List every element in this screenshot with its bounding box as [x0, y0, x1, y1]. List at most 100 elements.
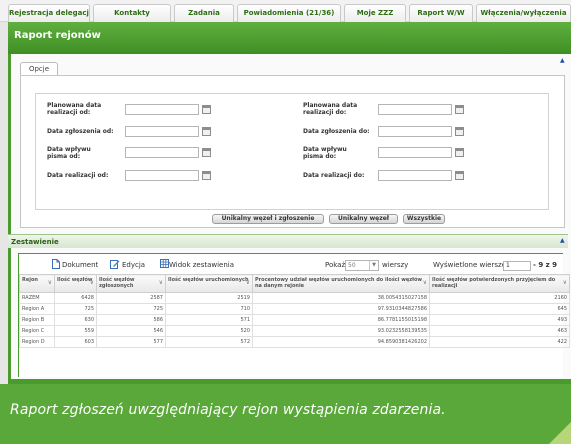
edit-button[interactable]: Edycja	[122, 261, 145, 270]
displayed-from-input[interactable]: 1	[503, 261, 531, 271]
letter-date-from-input[interactable]	[125, 147, 199, 158]
unique-node-and-report-button[interactable]: Unikalny węzeł i zgłoszenie	[212, 214, 324, 224]
sort-icon[interactable]: ∨	[423, 280, 427, 286]
page-title: Raport rejonów	[14, 30, 101, 41]
label-letter-to: Data wpływu pisma do:	[303, 146, 347, 160]
cell-reported: 2587	[96, 292, 166, 304]
cell-region: Region B	[19, 314, 55, 326]
cell-started: 2519	[165, 292, 253, 304]
table-row[interactable]: RAZEM 6428 2587 2519 38.0054315027158 21…	[19, 292, 570, 304]
table-row[interactable]: Region D 603 577 572 94.8590381426202 42…	[19, 336, 570, 348]
column-header-confirmed[interactable]: Ilość węzłów potwierdzonych przyjęciem d…	[429, 274, 570, 293]
cell-nodes: 630	[54, 314, 97, 326]
rows-label: wierszy	[382, 261, 409, 269]
document-button[interactable]: Dokument	[62, 261, 98, 270]
label-realization-from: Data realizacji od:	[47, 172, 109, 179]
table-row[interactable]: Region A 725 725 710 97.9310344827586 64…	[19, 303, 570, 315]
column-header-percent[interactable]: Procentowy udział węzłów uruchomionych d…	[252, 274, 430, 293]
cell-nodes: 725	[54, 303, 97, 315]
unique-node-button[interactable]: Unikalny węzeł	[329, 214, 398, 224]
cell-region: Region A	[19, 303, 55, 315]
column-header-rejon[interactable]: Rejon ∨	[19, 274, 55, 293]
cell-confirmed: 645	[429, 303, 570, 315]
cell-percent: 86.7781155015198	[252, 314, 430, 326]
opcje-tab[interactable]: Opcje	[20, 62, 58, 76]
label-planned-to: Planowana data realizacji do:	[303, 102, 358, 116]
nav-tab-powiadomienia[interactable]: Powiadomienia (21/36)	[237, 4, 341, 22]
report-table: Rejon ∨ Ilość węzłów ∨ Ilość węzłów zgłosz…	[19, 274, 570, 348]
nav-tab-rejestracja-delegacji[interactable]: Rejestracja delegacji	[8, 4, 90, 22]
nav-tab-kontakty[interactable]: Kontakty	[93, 4, 171, 22]
calendar-icon[interactable]	[202, 105, 211, 114]
nav-tab-moje-zzz[interactable]: Moje ZZZ	[344, 4, 406, 22]
label-report-from: Data zgłoszenia od:	[47, 128, 114, 135]
realization-date-from-input[interactable]	[125, 170, 199, 181]
cell-percent: 94.8590381426202	[252, 336, 430, 348]
cell-reported: 546	[96, 325, 166, 337]
cell-reported: 586	[96, 314, 166, 326]
calendar-icon[interactable]	[455, 127, 464, 136]
top-navigation: Rejestracja delegacji Kontakty Zadania P…	[0, 0, 571, 22]
sort-icon[interactable]: ∨	[159, 280, 163, 286]
cell-percent: 38.0054315027158	[252, 292, 430, 304]
report-window: Raport rejonów ▲ Opcje Planowana data re…	[8, 22, 571, 384]
displayed-rows-label: Wyświetlone wiersze	[433, 261, 506, 269]
cell-confirmed: 422	[429, 336, 570, 348]
cell-started: 710	[165, 303, 253, 315]
cell-region: RAZEM	[19, 292, 55, 304]
nav-tab-zadania[interactable]: Zadania	[174, 4, 234, 22]
report-date-to-input[interactable]	[378, 126, 452, 137]
calendar-icon[interactable]	[202, 171, 211, 180]
calendar-icon[interactable]	[202, 127, 211, 136]
column-header-started[interactable]: Ilość węzłów uruchomionych ∨	[165, 274, 253, 293]
collapse-zestawienie-icon[interactable]: ▲	[560, 238, 565, 244]
sort-icon[interactable]: ∨	[246, 280, 250, 286]
rows-per-page-value: 50	[348, 262, 356, 269]
cell-confirmed: 493	[429, 314, 570, 326]
chevron-down-icon: ▼	[369, 261, 378, 270]
column-header-reported[interactable]: Ilość węzłów zgłoszonych ∨	[96, 274, 166, 293]
cell-started: 571	[165, 314, 253, 326]
label-report-to: Data zgłoszenia do:	[303, 128, 370, 135]
cell-nodes: 6428	[54, 292, 97, 304]
table-header-row: Rejon ∨ Ilość węzłów ∨ Ilość węzłów zgłosz…	[19, 274, 570, 293]
nav-tab-raport-ww[interactable]: Raport W/W	[409, 4, 473, 22]
sort-icon[interactable]: ∨	[563, 280, 567, 286]
cell-confirmed: 463	[429, 325, 570, 337]
cell-region: Region C	[19, 325, 55, 337]
calendar-icon[interactable]	[455, 171, 464, 180]
letter-date-to-input[interactable]	[378, 147, 452, 158]
rows-per-page-select[interactable]: 50 ▼	[345, 260, 379, 271]
cell-percent: 93.0232558139535	[252, 325, 430, 337]
cell-region: Region D	[19, 336, 55, 348]
document-icon[interactable]	[52, 259, 60, 269]
report-date-from-input[interactable]	[125, 126, 199, 137]
table-row[interactable]: Region B 630 586 571 86.7781155015198 49…	[19, 314, 570, 326]
caption-banner: Raport zgłoszeń uwzględniający rejon wys…	[0, 384, 571, 444]
cell-reported: 577	[96, 336, 166, 348]
edit-icon[interactable]	[110, 259, 120, 269]
caption-text: Raport zgłoszeń uwzględniający rejon wys…	[10, 402, 446, 418]
realization-date-to-input[interactable]	[378, 170, 452, 181]
sort-icon[interactable]: ∨	[48, 280, 52, 286]
planned-date-from-input[interactable]	[125, 104, 199, 115]
nav-tab-wlaczenia-wylaczenia[interactable]: Włączenia/wyłączenia	[476, 4, 571, 22]
cell-started: 572	[165, 336, 253, 348]
label-planned-from: Planowana data realizacji od:	[47, 102, 102, 116]
column-header-nodes[interactable]: Ilość węzłów ∨	[54, 274, 97, 293]
collapse-opcje-icon[interactable]: ▲	[560, 58, 565, 64]
table-row[interactable]: Region C 559 546 520 93.0232558139535 46…	[19, 325, 570, 337]
calendar-icon[interactable]	[202, 148, 211, 157]
cell-percent: 97.9310344827586	[252, 303, 430, 315]
calendar-icon[interactable]	[455, 148, 464, 157]
planned-date-to-input[interactable]	[378, 104, 452, 115]
zestawienie-title: Zestawienie	[11, 238, 59, 246]
opcje-panel: Planowana data realizacji od: Data zgłos…	[20, 75, 565, 228]
displayed-range: - 9 z 9	[533, 261, 558, 269]
table-view-icon[interactable]	[160, 259, 169, 268]
sort-icon[interactable]: ∨	[90, 280, 94, 286]
zestawienie-header[interactable]: Zestawienie	[8, 234, 568, 248]
all-button[interactable]: Wszystkie	[403, 214, 445, 224]
view-button[interactable]: Widok zestawienia	[169, 261, 234, 270]
calendar-icon[interactable]	[455, 105, 464, 114]
